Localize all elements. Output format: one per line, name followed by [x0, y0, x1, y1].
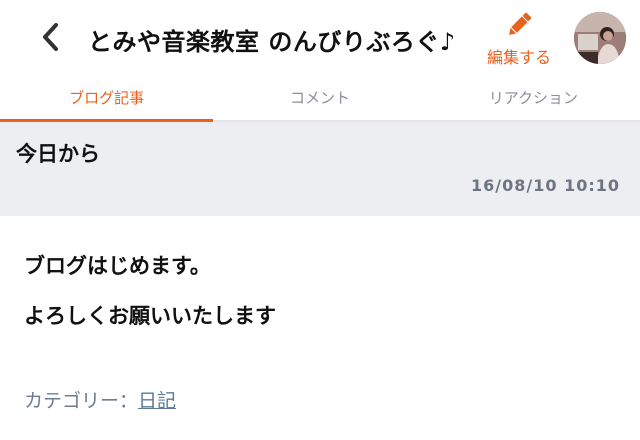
- body-paragraph: ブログはじめます。: [24, 254, 211, 278]
- post-date: 16/08/10 10:10: [471, 176, 620, 195]
- tab-reactions[interactable]: リアクション: [427, 80, 640, 120]
- body-paragraph: よろしくお願いいたします: [24, 304, 276, 328]
- category-link[interactable]: 日記: [138, 390, 176, 412]
- post-title: 今日から: [16, 142, 100, 166]
- avatar[interactable]: [574, 12, 626, 64]
- chevron-left-icon: [43, 23, 58, 51]
- blog-title: とみや音楽教室 のんびりぶろぐ♪: [88, 28, 456, 56]
- post-header: 今日から 16/08/10 10:10: [0, 122, 640, 216]
- post-body: ブログはじめます。 よろしくお願いいたします: [24, 252, 616, 352]
- app-header: とみや音楽教室 のんびりぶろぐ♪ 編集する: [0, 0, 640, 78]
- back-button[interactable]: [36, 20, 68, 54]
- edit-button[interactable]: 編集する: [482, 10, 556, 70]
- category-label: カテゴリー：: [24, 390, 139, 412]
- tab-comments[interactable]: コメント: [213, 80, 426, 120]
- category-row: カテゴリー：日記: [24, 386, 176, 413]
- pencil-icon: [509, 12, 532, 35]
- tab-bar: ブログ記事 コメント リアクション: [0, 80, 640, 122]
- edit-label: 編集する: [486, 48, 551, 67]
- tab-blog-posts[interactable]: ブログ記事: [0, 80, 214, 122]
- avatar-photo: [574, 12, 626, 64]
